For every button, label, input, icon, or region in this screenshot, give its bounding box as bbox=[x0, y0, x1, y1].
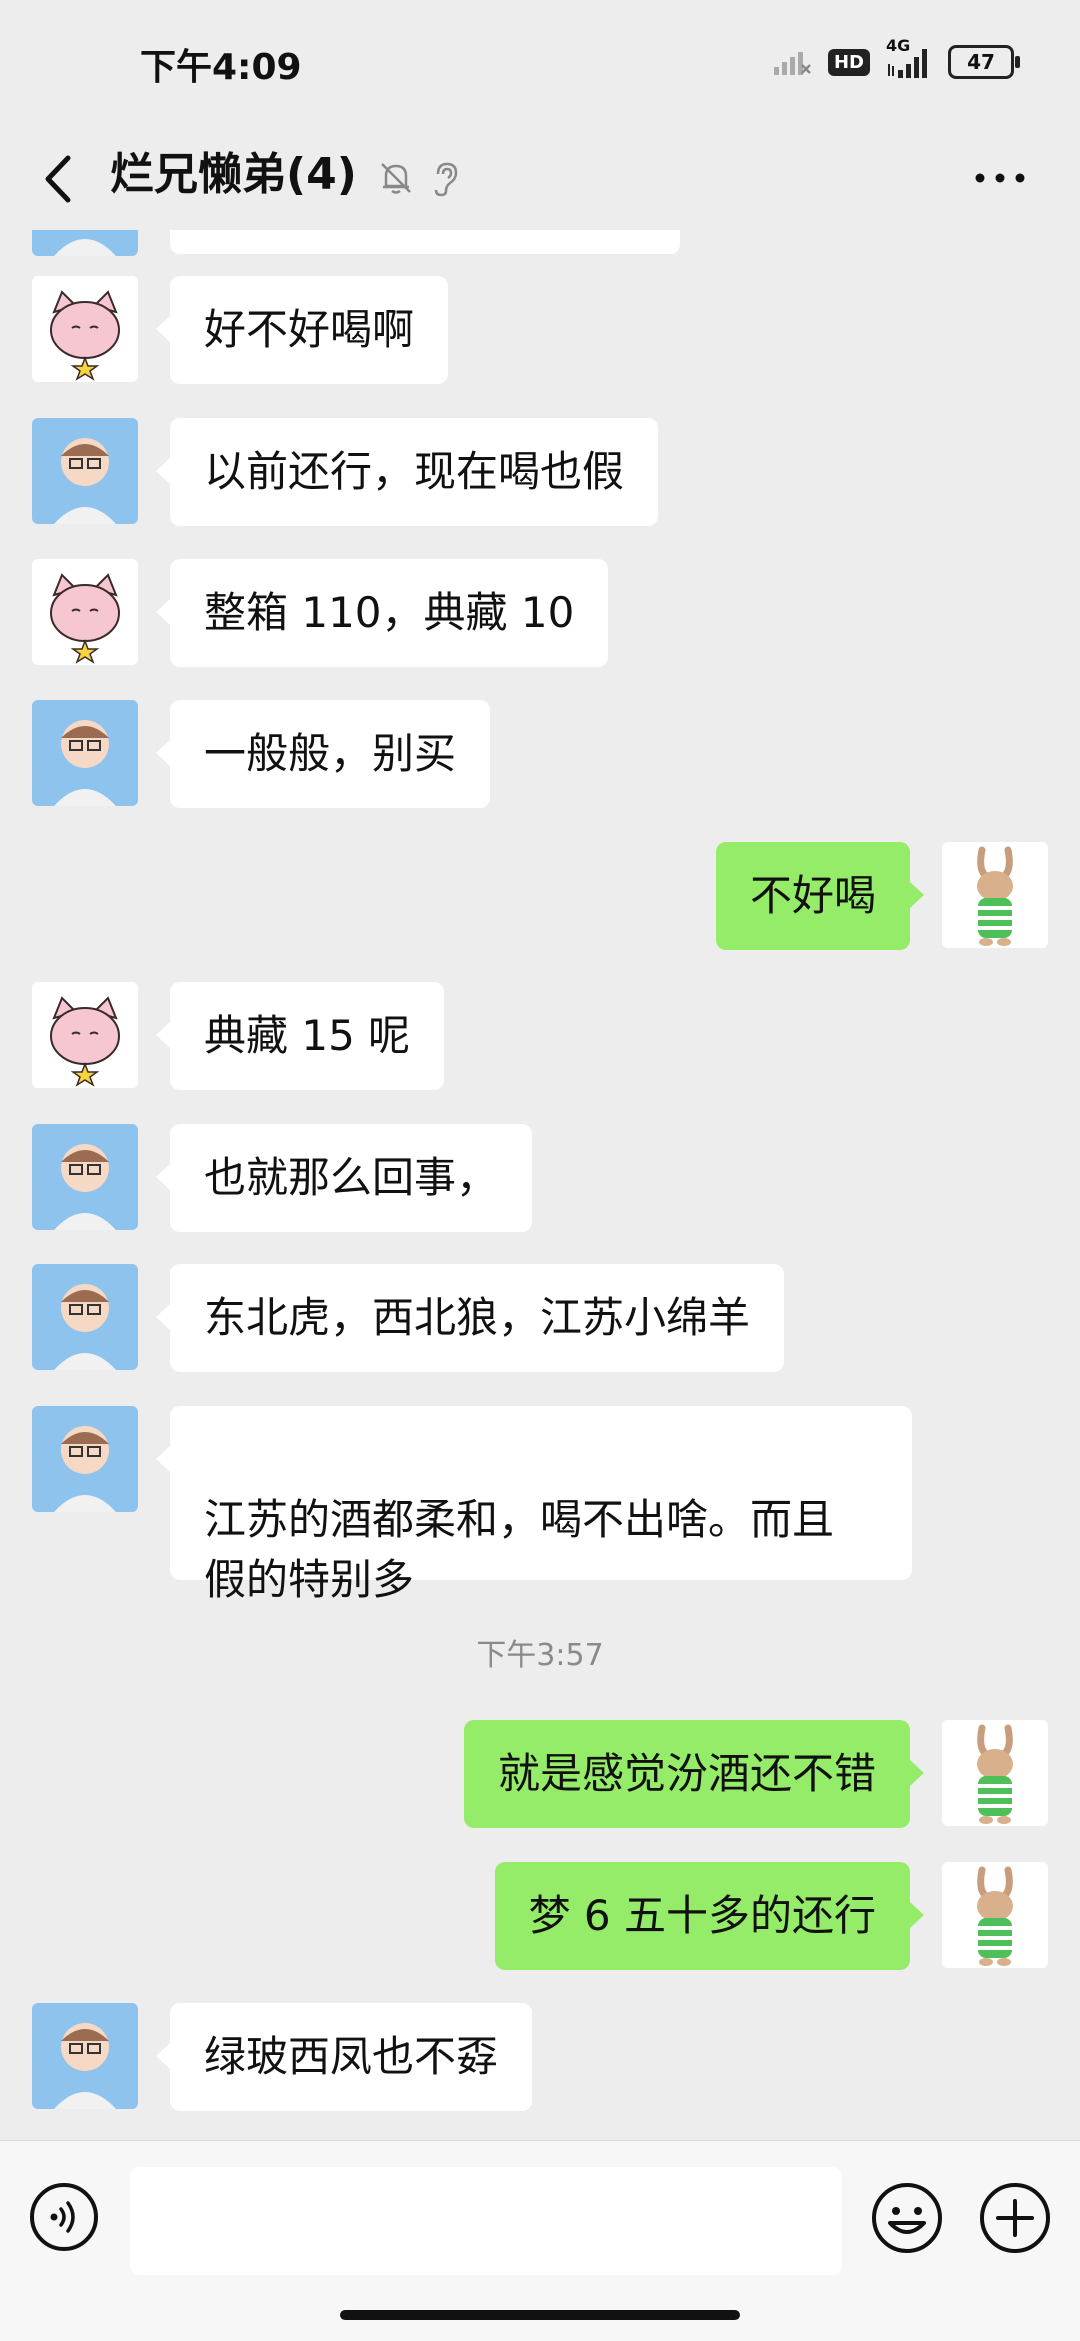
message-bubble[interactable]: 好不好喝啊 bbox=[155, 276, 449, 384]
ear-icon bbox=[434, 162, 458, 197]
message-row: 以前还行，现在喝也假 bbox=[0, 418, 1080, 526]
avatar-man[interactable] bbox=[32, 700, 138, 806]
avatar-man[interactable] bbox=[32, 2003, 138, 2109]
message-text: 典藏 15 呢 bbox=[204, 1011, 411, 1060]
chat-header: 烂兄懒弟(4) bbox=[0, 130, 1080, 230]
battery-icon: 47 bbox=[948, 45, 1020, 79]
avatar-cat[interactable] bbox=[32, 982, 138, 1088]
voice-icon[interactable] bbox=[28, 2181, 100, 2253]
signal-off-icon bbox=[773, 52, 811, 75]
message-text: 一般般，别买 bbox=[204, 729, 457, 778]
message-row: 梦 6 五十多的还行 bbox=[0, 1862, 1080, 1970]
emoji-icon[interactable] bbox=[870, 2181, 944, 2255]
message-bubble[interactable]: 整箱 110，典藏 10 bbox=[155, 559, 609, 667]
message-bubble[interactable]: 江苏的酒都柔和，喝不出啥。而且 假的特别多 bbox=[156, 1406, 912, 1604]
message-bubble[interactable]: 东北虎，西北狼，江苏小绵羊 bbox=[155, 1264, 785, 1372]
bell-off-icon bbox=[381, 163, 411, 194]
message-text: 不好喝 bbox=[749, 871, 876, 920]
avatar-me[interactable] bbox=[942, 842, 1048, 948]
message-row: 整箱 110，典藏 10 bbox=[0, 559, 1080, 667]
message-text: 整箱 110，典藏 10 bbox=[204, 588, 575, 637]
cellular-signal-icon: 4G bbox=[886, 36, 932, 80]
message-row: 也就那么回事， bbox=[0, 1124, 1080, 1232]
message-bubble[interactable]: 就是感觉汾酒还不错 bbox=[463, 1720, 925, 1828]
status-time: 下午4:09 bbox=[140, 47, 302, 88]
back-arrow-icon[interactable] bbox=[30, 146, 90, 212]
avatar-man[interactable] bbox=[32, 230, 138, 256]
message-text: 绿玻西凤也不孬 bbox=[204, 2032, 499, 2081]
more-options-icon[interactable] bbox=[970, 158, 1030, 198]
chat-title[interactable]: 烂兄懒弟(4) bbox=[110, 140, 357, 210]
message-row: 不好喝 bbox=[0, 842, 1080, 950]
plus-icon[interactable] bbox=[978, 2181, 1052, 2255]
status-icons: HD 4G 47 bbox=[772, 36, 1020, 84]
message-bubble[interactable]: 典藏 15 呢 bbox=[155, 982, 445, 1090]
message-text: 东北虎，西北狼，江苏小绵羊 bbox=[204, 1293, 751, 1342]
message-row: 东北虎，西北狼，江苏小绵羊 bbox=[0, 1264, 1080, 1372]
message-bubble[interactable]: 一般般，别买 bbox=[155, 700, 491, 808]
message-row bbox=[0, 230, 1080, 256]
message-input[interactable] bbox=[130, 2167, 842, 2275]
message-row: 江苏的酒都柔和，喝不出啥。而且 假的特别多 bbox=[0, 1406, 1080, 1604]
home-indicator[interactable] bbox=[340, 2310, 740, 2320]
battery-level: 47 bbox=[967, 50, 995, 74]
message-row: 一般般，别买 bbox=[0, 700, 1080, 808]
message-bubble[interactable] bbox=[170, 230, 680, 254]
message-bubble[interactable]: 也就那么回事， bbox=[155, 1124, 533, 1232]
avatar-man[interactable] bbox=[32, 1406, 138, 1512]
message-text: 江苏的酒都柔和，喝不出啥。而且 假的特别多 bbox=[204, 1495, 835, 1604]
message-text: 就是感觉汾酒还不错 bbox=[497, 1749, 876, 1798]
message-row: 好不好喝啊 bbox=[0, 276, 1080, 384]
chat-timestamp: 下午3:57 bbox=[476, 1638, 604, 1673]
message-row: 绿玻西凤也不孬 bbox=[0, 2003, 1080, 2111]
avatar-man[interactable] bbox=[32, 418, 138, 524]
message-bubble[interactable]: 不好喝 bbox=[715, 842, 925, 950]
message-text: 也就那么回事， bbox=[204, 1153, 499, 1202]
message-text: 好不好喝啊 bbox=[204, 305, 415, 354]
message-row: 就是感觉汾酒还不错 bbox=[0, 1720, 1080, 1828]
message-list[interactable]: 好不好喝啊 以前还行，现在喝也假 整箱 110，典藏 10 一般般，别买 不好喝 bbox=[0, 230, 1080, 2140]
message-bubble[interactable]: 梦 6 五十多的还行 bbox=[494, 1862, 925, 1970]
message-text: 以前还行，现在喝也假 bbox=[204, 447, 625, 496]
avatar-me[interactable] bbox=[942, 1720, 1048, 1826]
avatar-cat[interactable] bbox=[32, 276, 138, 382]
status-bar: 下午4:09 HD 4G 47 bbox=[0, 0, 1080, 130]
avatar-man[interactable] bbox=[32, 1124, 138, 1230]
avatar-cat[interactable] bbox=[32, 559, 138, 665]
avatar-man[interactable] bbox=[32, 1264, 138, 1370]
avatar-me[interactable] bbox=[942, 1862, 1048, 1968]
message-row: 典藏 15 呢 bbox=[0, 982, 1080, 1090]
message-text: 梦 6 五十多的还行 bbox=[528, 1891, 876, 1940]
message-bubble[interactable]: 以前还行，现在喝也假 bbox=[155, 418, 659, 526]
hd-badge: HD bbox=[827, 48, 870, 76]
message-bubble[interactable]: 绿玻西凤也不孬 bbox=[155, 2003, 533, 2111]
